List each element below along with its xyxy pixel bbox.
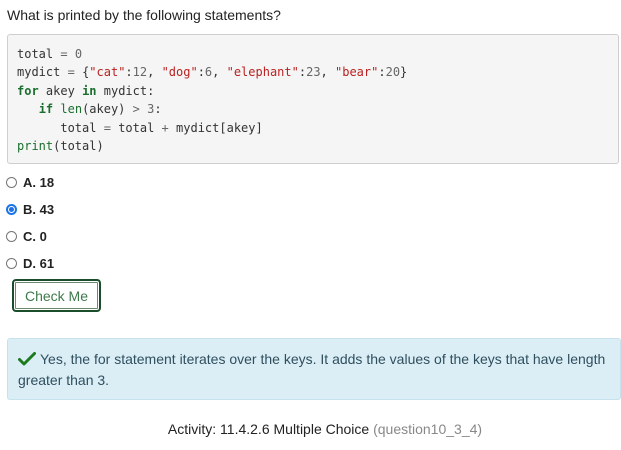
code-token: for [17, 83, 39, 98]
code-token: total [118, 120, 155, 135]
code-token: 20 [385, 65, 401, 80]
code-token: "elephant" [226, 65, 299, 80]
radio-button[interactable] [6, 177, 17, 188]
code-token: = [103, 120, 111, 135]
code-token: = [60, 47, 68, 61]
code-line-4: if len(akey) > 3: [17, 100, 609, 118]
code-line-1: total = 0 [17, 45, 609, 63]
code-token: mydict[akey] [176, 120, 263, 135]
feedback-panel: Yes, the for statement iterates over the… [7, 338, 621, 400]
code-token: akey [45, 83, 75, 98]
code-token: "dog" [161, 65, 198, 80]
option-label: C. 0 [23, 229, 47, 244]
code-token: } [400, 65, 408, 80]
code-line-2: mydict = {"cat":12, "dog":6, "elephant":… [17, 65, 408, 80]
option-b[interactable]: B. 43 [6, 196, 54, 223]
code-token: (akey) [82, 102, 126, 117]
feedback-text: Yes, the for statement iterates over the… [18, 351, 606, 388]
radio-button[interactable] [6, 204, 17, 215]
code-token: : [154, 102, 162, 117]
check-icon [18, 352, 36, 366]
check-me-button[interactable]: Check Me [12, 279, 101, 312]
code-token: (total) [53, 138, 104, 153]
activity-label: Activity: 11.4.2.6 Multiple Choice [167, 421, 370, 437]
code-token: "cat" [89, 65, 126, 80]
code-token: total [17, 47, 54, 61]
radio-button[interactable] [6, 231, 17, 242]
option-d[interactable]: D. 61 [6, 250, 54, 277]
code-token: in [82, 83, 97, 98]
code-token: 6 [204, 65, 213, 80]
code-token: print [17, 138, 54, 153]
radio-button[interactable] [6, 258, 17, 269]
code-token: "bear" [335, 65, 379, 80]
code-token: mydict [17, 65, 61, 80]
code-block: total = 0 mydict = {"cat":12, "dog":6, "e… [7, 34, 619, 164]
code-token: total [60, 120, 97, 135]
code-token: = [67, 65, 75, 80]
answer-options: A. 18 B. 43 C. 0 D. 61 [6, 169, 54, 277]
code-line-6: print(total) [17, 137, 609, 155]
activity-id: (question10_3_4) [373, 421, 483, 437]
option-label: A. 18 [23, 175, 55, 190]
code-token: 0 [74, 47, 83, 61]
code-line-5: total = total + mydict[akey] [17, 119, 609, 137]
option-label: D. 61 [23, 256, 55, 271]
code-line-3: for akey in mydict: [17, 82, 609, 100]
code-token: + [161, 120, 169, 135]
code-token: > [132, 102, 140, 117]
code-token: if [38, 102, 54, 117]
option-a[interactable]: A. 18 [6, 169, 54, 196]
code-token: mydict: [103, 83, 155, 98]
question-prompt: What is printed by the following stateme… [7, 7, 281, 23]
activity-footer: Activity: 11.4.2.6 Multiple Choice (ques… [0, 421, 621, 437]
option-label: B. 43 [23, 202, 55, 217]
code-token: 23 [306, 65, 321, 80]
code-token: 12 [132, 65, 148, 80]
option-c[interactable]: C. 0 [6, 223, 54, 250]
code-token: len [60, 102, 83, 117]
